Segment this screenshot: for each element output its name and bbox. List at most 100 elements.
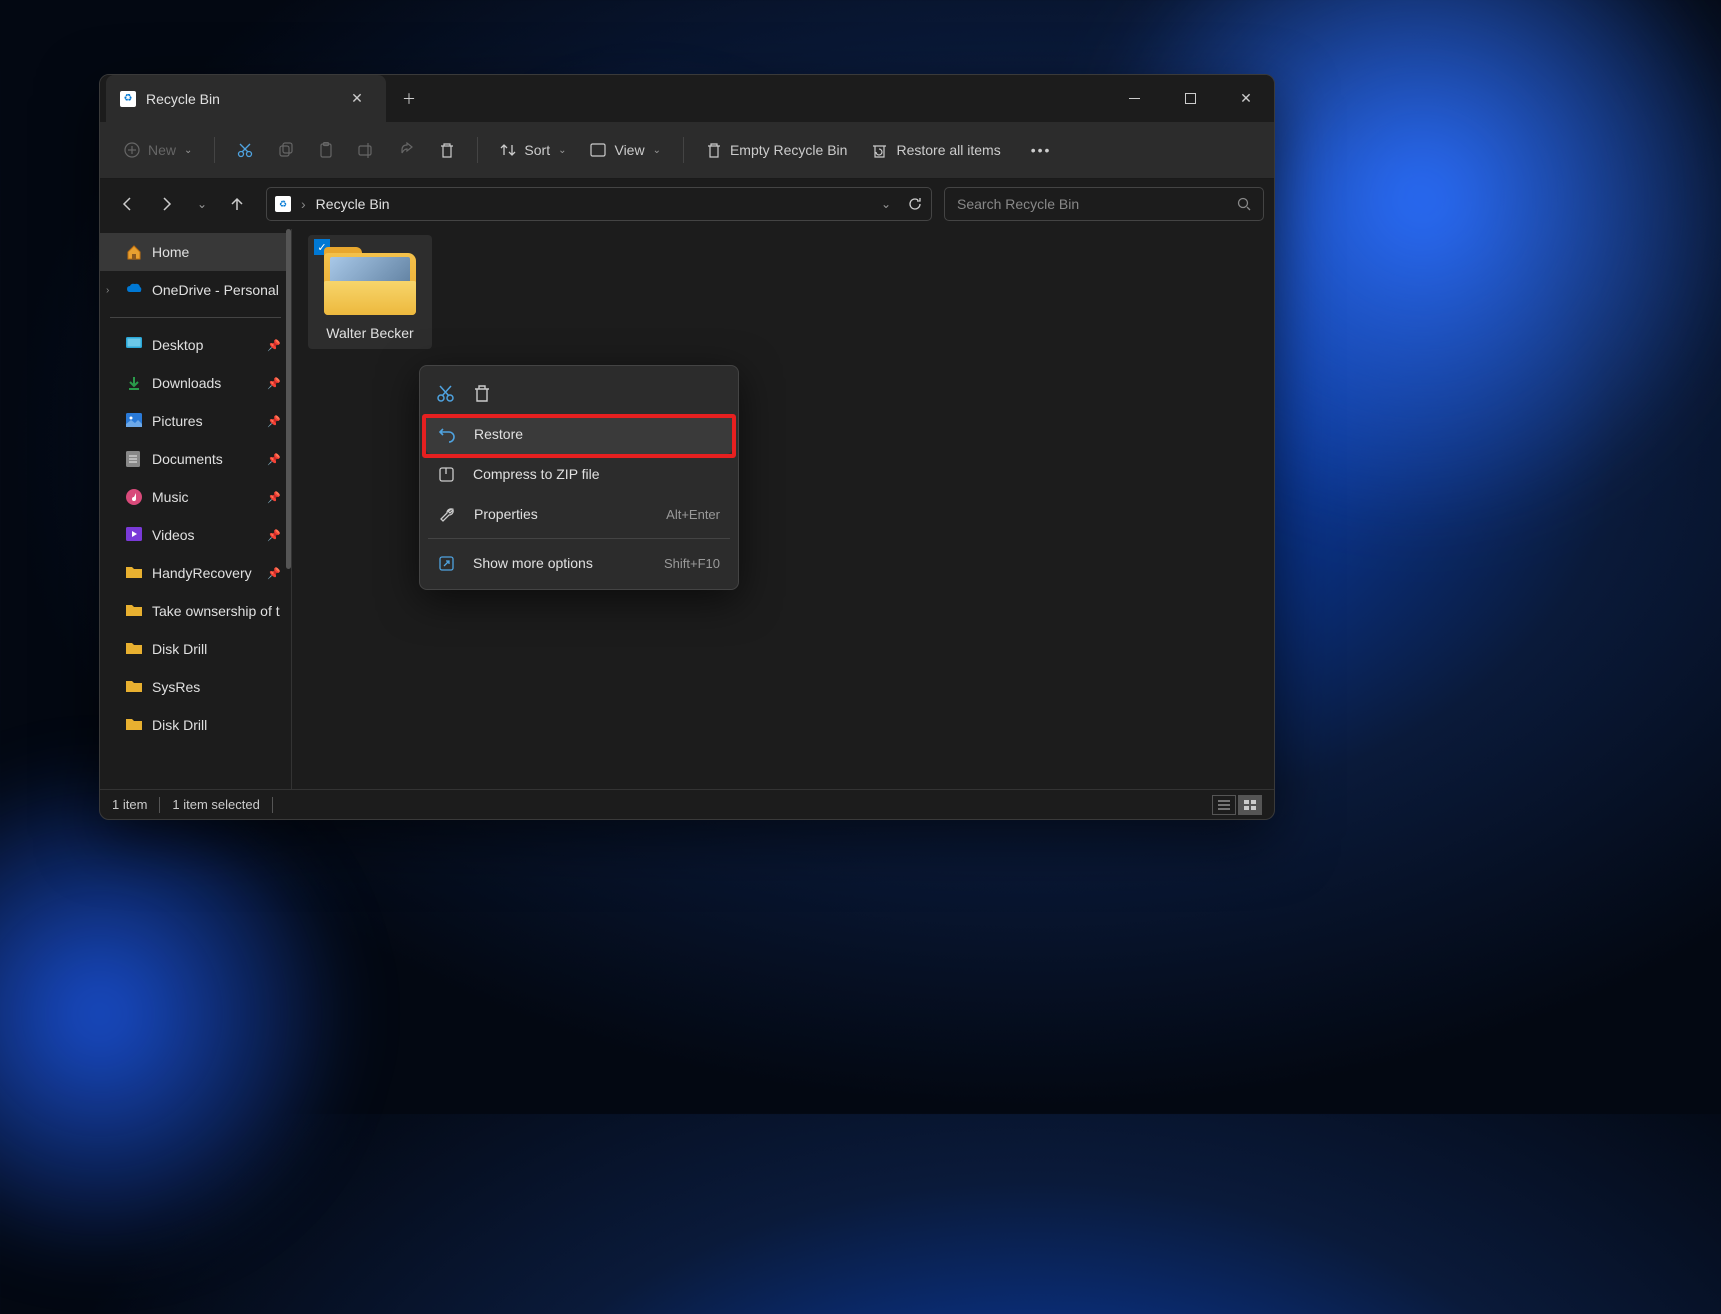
file-explorer-window: ♻ Recycle Bin ✕ ＋ ✕ New ⌄ <box>99 74 1275 820</box>
undo-icon <box>438 425 456 443</box>
sidebar-item-downloads[interactable]: Downloads 📌 <box>100 364 291 402</box>
breadcrumb-path[interactable]: Recycle Bin <box>316 196 871 212</box>
forward-button[interactable] <box>150 187 184 221</box>
paste-button[interactable] <box>308 132 344 168</box>
sidebar-item-sysres[interactable]: SysRes <box>100 668 291 706</box>
menu-label: Properties <box>474 506 538 522</box>
folder-icon <box>324 243 416 315</box>
sidebar-item-disk-drill-2[interactable]: Disk Drill <box>100 706 291 744</box>
item-count: 1 item <box>112 797 147 812</box>
sidebar-label: HandyRecovery <box>152 565 252 581</box>
sidebar-item-desktop[interactable]: Desktop 📌 <box>100 326 291 364</box>
download-icon <box>126 375 142 391</box>
restore-all-label: Restore all items <box>896 142 1000 158</box>
rename-icon <box>358 142 375 159</box>
sidebar-label: Home <box>152 244 189 260</box>
restore-all-items-button[interactable]: Restore all items <box>861 132 1010 168</box>
trash-icon[interactable] <box>473 384 491 403</box>
folder-icon <box>126 717 142 733</box>
videos-icon <box>126 527 142 543</box>
new-tab-button[interactable]: ＋ <box>386 75 432 122</box>
pin-icon: 📌 <box>267 339 281 352</box>
share-button[interactable] <box>389 132 425 168</box>
sidebar-item-disk-drill[interactable]: Disk Drill <box>100 630 291 668</box>
folder-icon <box>126 565 142 581</box>
scissors-icon[interactable] <box>436 384 455 403</box>
icons-view-button[interactable] <box>1238 795 1262 815</box>
breadcrumb-separator: › <box>301 196 306 212</box>
pin-icon: 📌 <box>267 377 281 390</box>
close-tab-button[interactable]: ✕ <box>342 90 372 107</box>
sidebar-label: Pictures <box>152 413 203 429</box>
maximize-button[interactable] <box>1162 75 1218 122</box>
minimize-button[interactable] <box>1106 75 1162 122</box>
up-button[interactable] <box>220 187 254 221</box>
documents-icon <box>126 451 142 467</box>
sidebar-label: Take ownsership of t <box>152 603 280 619</box>
sidebar-label: Disk Drill <box>152 717 207 733</box>
empty-recycle-bin-button[interactable]: Empty Recycle Bin <box>696 132 857 168</box>
pictures-icon <box>126 413 142 429</box>
sidebar-item-handyrecovery[interactable]: HandyRecovery 📌 <box>100 554 291 592</box>
address-bar[interactable]: ♻ › Recycle Bin ⌄ <box>266 187 932 221</box>
new-button[interactable]: New ⌄ <box>114 132 202 168</box>
sidebar-label: Music <box>152 489 189 505</box>
view-button[interactable]: View ⌄ <box>580 132 670 168</box>
toolbar: New ⌄ Sort ⌄ View ⌄ <box>100 122 1274 179</box>
clipboard-icon <box>318 142 334 158</box>
delete-button[interactable] <box>429 132 465 168</box>
tab-title: Recycle Bin <box>146 91 332 107</box>
sidebar-item-pictures[interactable]: Pictures 📌 <box>100 402 291 440</box>
pin-icon: 📌 <box>267 491 281 504</box>
trash-icon <box>439 142 455 159</box>
sort-button[interactable]: Sort ⌄ <box>490 132 576 168</box>
refresh-icon[interactable] <box>907 196 923 212</box>
sidebar-item-videos[interactable]: Videos 📌 <box>100 516 291 554</box>
context-menu-compress[interactable]: Compress to ZIP file <box>426 454 732 494</box>
content-pane[interactable]: ✓ Walter Becker Restore <box>292 229 1274 789</box>
titlebar: ♻ Recycle Bin ✕ ＋ ✕ <box>100 75 1274 122</box>
plus-circle-icon <box>124 142 140 158</box>
zip-icon <box>438 466 455 483</box>
sidebar-item-home[interactable]: Home <box>100 233 291 271</box>
recent-button[interactable]: ⌄ <box>190 187 214 221</box>
sort-label: Sort <box>524 142 550 158</box>
sidebar-label: Desktop <box>152 337 203 353</box>
sidebar-item-take-ownership[interactable]: Take ownsership of t <box>100 592 291 630</box>
search-box[interactable] <box>944 187 1264 221</box>
context-menu-restore[interactable]: Restore <box>426 414 732 454</box>
menu-shortcut: Alt+Enter <box>666 507 720 522</box>
window-caption-controls: ✕ <box>1106 75 1274 122</box>
chevron-down-icon[interactable]: ⌄ <box>881 197 891 211</box>
status-bar: 1 item 1 item selected <box>100 789 1274 819</box>
chevron-down-icon: ⌄ <box>197 197 207 211</box>
context-menu-show-more[interactable]: Show more options Shift+F10 <box>426 543 732 583</box>
pin-icon: 📌 <box>267 567 281 580</box>
sidebar-item-onedrive[interactable]: › OneDrive - Personal <box>100 271 291 309</box>
folder-icon <box>126 641 142 657</box>
tab-recycle-bin[interactable]: ♻ Recycle Bin ✕ <box>106 75 386 122</box>
sidebar-item-music[interactable]: Music 📌 <box>100 478 291 516</box>
wrench-icon <box>438 505 456 523</box>
copy-button[interactable] <box>268 132 304 168</box>
back-button[interactable] <box>110 187 144 221</box>
expand-icon <box>438 555 455 572</box>
cut-button[interactable] <box>227 132 264 168</box>
menu-label: Restore <box>474 426 523 442</box>
rename-button[interactable] <box>348 132 385 168</box>
empty-label: Empty Recycle Bin <box>730 142 847 158</box>
sidebar-scrollbar[interactable] <box>286 229 291 569</box>
view-icon <box>590 143 606 157</box>
file-item-walter-becker[interactable]: ✓ Walter Becker <box>308 235 432 349</box>
new-label: New <box>148 142 176 158</box>
folder-icon <box>126 679 142 695</box>
more-button[interactable]: ••• <box>1021 132 1062 168</box>
navigation-sidebar: Home › OneDrive - Personal Desktop 📌 Dow… <box>100 229 292 789</box>
sidebar-item-documents[interactable]: Documents 📌 <box>100 440 291 478</box>
context-menu-properties[interactable]: Properties Alt+Enter <box>426 494 732 534</box>
recycle-bin-icon: ♻ <box>275 196 291 212</box>
search-input[interactable] <box>957 196 1237 212</box>
copy-icon <box>278 142 294 158</box>
details-view-button[interactable] <box>1212 795 1236 815</box>
close-window-button[interactable]: ✕ <box>1218 75 1274 122</box>
